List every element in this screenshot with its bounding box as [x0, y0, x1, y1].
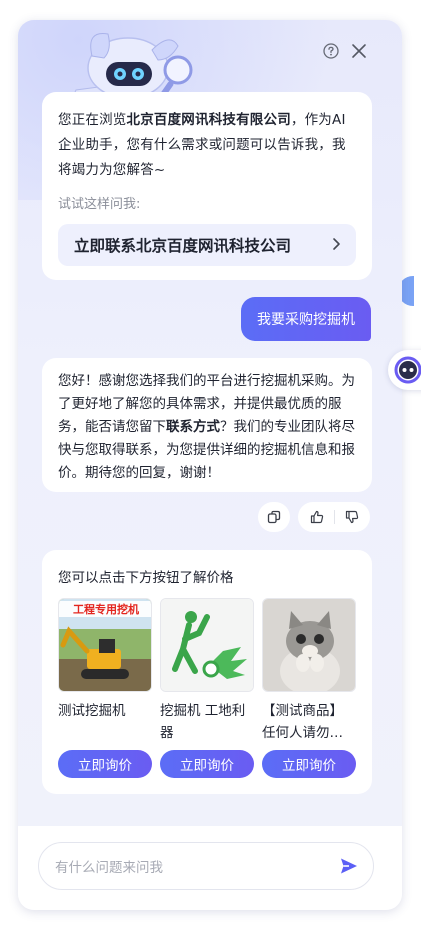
question-circle-icon: [323, 43, 339, 59]
intro-message: 您正在浏览北京百度网讯科技有限公司，作为AI企业助手，您有什么需求或问题可以告诉…: [58, 108, 356, 183]
feedback-divider: [333, 510, 335, 524]
assistant-reply-text: 您好！感谢您选择我们的平台进行挖掘机采购。为了更好地了解您的具体需求，并提供最优…: [58, 370, 356, 485]
chat-input[interactable]: 有什么问题来问我: [38, 842, 374, 890]
product-image[interactable]: 工程专用挖机: [58, 598, 152, 692]
product-image[interactable]: [262, 598, 356, 692]
copy-icon: [267, 510, 281, 524]
products-card: 您可以点击下方按钮了解价格 工程专用挖机 测试挖掘机 立即询价 挖掘机 工地利器…: [42, 550, 372, 794]
product-item[interactable]: 挖掘机 工地利器 立即询价: [160, 598, 254, 778]
product-image[interactable]: [160, 598, 254, 692]
product-image-caption: 工程专用挖机: [73, 602, 139, 616]
chat-input-placeholder: 有什么问题来问我: [55, 860, 163, 876]
assistant-reply-card: 您好！感谢您选择我们的平台进行挖掘机采购。为了更好地了解您的具体需求，并提供最优…: [42, 358, 372, 492]
thumbs-up-icon[interactable]: [310, 510, 324, 524]
try-asking-label: 试试这样问我:: [58, 197, 141, 212]
product-item[interactable]: 【测试商品】任何人请勿… 立即询价: [262, 598, 356, 778]
suggestion-label: 立即联系北京百度网讯科技公司: [74, 237, 292, 255]
reply-contact-emphasis: 联系方式: [166, 419, 220, 435]
copy-button[interactable]: [258, 502, 290, 532]
side-assistant-tab[interactable]: [388, 350, 421, 390]
kitten-image: [263, 599, 355, 691]
chevron-right-icon: [333, 238, 340, 250]
chat-footer: 有什么问题来问我: [18, 826, 402, 910]
excavator-image: 工程专用挖机: [59, 599, 151, 691]
user-message-bubble: 我要采购挖掘机: [241, 297, 371, 341]
send-icon[interactable]: [339, 856, 359, 876]
feedback-buttons: [298, 502, 370, 532]
inquire-price-button[interactable]: 立即询价: [58, 750, 152, 778]
chat-panel: 您正在浏览北京百度网讯科技有限公司，作为AI企业助手，您有什么需求或问题可以告诉…: [18, 20, 402, 910]
intro-card: 您正在浏览北京百度网讯科技有限公司，作为AI企业助手，您有什么需求或问题可以告诉…: [42, 92, 372, 280]
products-title: 您可以点击下方按钮了解价格: [58, 570, 234, 586]
close-icon: [352, 44, 366, 58]
help-button[interactable]: [322, 42, 340, 60]
product-item[interactable]: 工程专用挖机 测试挖掘机 立即询价: [58, 598, 152, 778]
assistant-avatar-icon: [394, 356, 421, 384]
product-name: 【测试商品】任何人请勿…: [262, 703, 343, 741]
intro-prefix: 您正在浏览: [58, 112, 127, 128]
company-name: 北京百度网讯科技有限公司: [126, 112, 291, 128]
thumbs-down-icon[interactable]: [345, 510, 359, 524]
inquire-price-button[interactable]: 立即询价: [160, 750, 254, 778]
close-button[interactable]: [350, 42, 368, 60]
product-name: 挖掘机 工地利器: [160, 703, 246, 741]
inquire-price-button[interactable]: 立即询价: [262, 750, 356, 778]
badminton-logo-image: [161, 599, 253, 691]
suggestion-contact-company[interactable]: 立即联系北京百度网讯科技公司: [58, 224, 356, 266]
product-name: 测试挖掘机: [58, 703, 126, 719]
